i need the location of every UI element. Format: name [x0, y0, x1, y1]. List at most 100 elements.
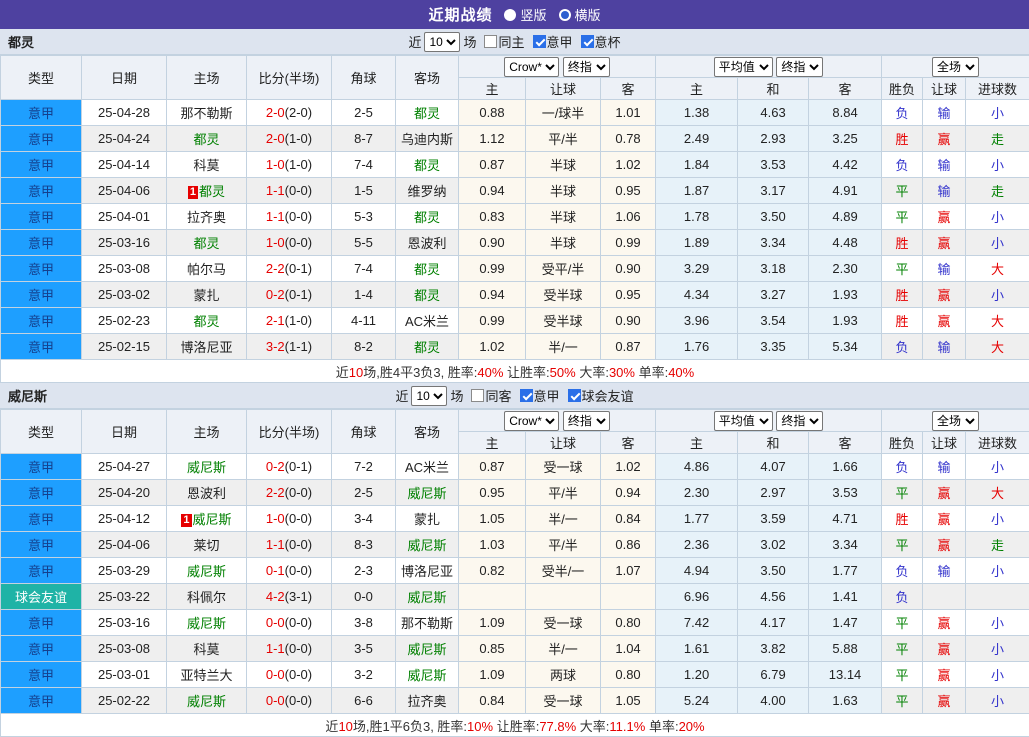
- cell-result-handicap: 赢: [923, 688, 966, 714]
- cell-result-goals: [966, 584, 1029, 610]
- cell-euro-home-odds: 1.61: [656, 636, 738, 662]
- cell-asia-home-odds: 1.09: [459, 610, 526, 636]
- cell-away: 乌迪内斯: [396, 126, 459, 152]
- euro-time-select[interactable]: 终指: [776, 57, 823, 77]
- asia-time-select[interactable]: 终指: [563, 57, 610, 77]
- cell-away: 威尼斯: [396, 636, 459, 662]
- match-row: 意甲25-03-08帕尔马2-2(0-1)7-4都灵0.99受平/半0.903.…: [1, 256, 1029, 282]
- filter-checkbox-same-home[interactable]: 同主: [484, 32, 524, 51]
- cell-home: 1都灵: [167, 178, 247, 204]
- radio-icon[interactable]: [504, 9, 516, 21]
- cell-asia-away-odds: 1.05: [601, 688, 656, 714]
- cell-score: 1-1(0-0): [247, 178, 332, 204]
- cell-euro-draw-odds: 2.93: [738, 126, 809, 152]
- cell-asia-handicap: 平/半: [526, 126, 601, 152]
- cell-euro-away-odds: 4.91: [809, 178, 882, 204]
- cell-asia-away-odds: 0.80: [601, 610, 656, 636]
- checkbox-icon[interactable]: [471, 389, 484, 402]
- cell-away: 蒙扎: [396, 506, 459, 532]
- checkbox-label: 意甲: [547, 32, 573, 51]
- cell-result-outcome: 负: [882, 584, 923, 610]
- match-row: 意甲25-03-08科莫1-1(0-0)3-5威尼斯0.85半/一1.041.6…: [1, 636, 1029, 662]
- home-team-name: 蒙扎: [193, 288, 219, 303]
- euro-provider-select[interactable]: 平均值: [714, 411, 773, 431]
- cell-euro-home-odds: 1.77: [656, 506, 738, 532]
- cell-home: 科佩尔: [167, 584, 247, 610]
- layout-radio-vertical[interactable]: 竖版: [504, 5, 546, 24]
- summary-segment: 11.1%: [609, 719, 645, 734]
- asia-provider-select[interactable]: Crow*: [504, 57, 559, 77]
- cell-away: 威尼斯: [396, 532, 459, 558]
- scope-select[interactable]: 全场: [932, 57, 979, 77]
- filter-checkbox-coppa-italia[interactable]: 意杯: [581, 32, 621, 51]
- away-team-name: 蒙扎: [414, 512, 440, 527]
- cell-corner: 3-4: [332, 506, 396, 532]
- cell-euro-draw-odds: 2.97: [738, 480, 809, 506]
- checkbox-icon[interactable]: [533, 35, 546, 48]
- fulltime-score: 0-1: [266, 563, 285, 578]
- recent-count-select[interactable]: 10: [411, 386, 447, 406]
- filter-checkbox-club-friendly[interactable]: 球会友谊: [568, 386, 634, 405]
- cell-result-goals: 小: [966, 688, 1029, 714]
- sub-header-asia-away: 客: [601, 432, 656, 454]
- match-row: 球会友谊25-03-22科佩尔4-2(3-1)0-0威尼斯6.964.561.4…: [1, 584, 1029, 610]
- cell-result-handicap: 赢: [923, 204, 966, 230]
- col-header-score: 比分(半场): [247, 56, 332, 100]
- cell-asia-home-odds: 1.05: [459, 506, 526, 532]
- cell-result-outcome: 平: [882, 662, 923, 688]
- away-team-name: 威尼斯: [407, 668, 446, 683]
- cell-asia-away-odds: 1.04: [601, 636, 656, 662]
- checkbox-icon[interactable]: [520, 389, 533, 402]
- cell-euro-draw-odds: 3.50: [738, 558, 809, 584]
- checkbox-icon[interactable]: [568, 389, 581, 402]
- sub-header-handicap-result: 让球: [923, 432, 966, 454]
- recent-suffix-label: 场: [463, 32, 476, 51]
- asia-time-select[interactable]: 终指: [563, 411, 610, 431]
- cell-result-goals: 小: [966, 230, 1029, 256]
- col-header-type: 类型: [1, 56, 82, 100]
- filter-checkbox-serie-a[interactable]: 意甲: [533, 32, 573, 51]
- cell-date: 25-04-27: [82, 454, 167, 480]
- recent-count-select[interactable]: 10: [424, 32, 460, 52]
- recent-prefix-label: 近: [408, 32, 421, 51]
- cell-home: 帕尔马: [167, 256, 247, 282]
- cell-away: AC米兰: [396, 454, 459, 480]
- fulltime-score: 0-2: [266, 459, 285, 474]
- cell-score: 2-2(0-0): [247, 480, 332, 506]
- cell-asia-handicap: 平/半: [526, 532, 601, 558]
- cell-asia-handicap: 受半/一: [526, 558, 601, 584]
- cell-asia-home-odds: 0.87: [459, 454, 526, 480]
- cell-euro-away-odds: 1.41: [809, 584, 882, 610]
- match-row: 意甲25-04-14科莫1-0(1-0)7-4都灵0.87半球1.021.843…: [1, 152, 1029, 178]
- euro-odds-header: 平均值 终指: [656, 56, 882, 78]
- cell-result-outcome: 负: [882, 454, 923, 480]
- cell-corner: 3-8: [332, 610, 396, 636]
- away-team-name: 恩波利: [407, 236, 446, 251]
- cell-asia-home-odds: 0.99: [459, 256, 526, 282]
- filter-checkbox-same-away[interactable]: 同客: [471, 386, 511, 405]
- sub-header-asia-handicap: 让球: [526, 432, 601, 454]
- cell-corner: 2-5: [332, 480, 396, 506]
- col-header-date: 日期: [82, 410, 167, 454]
- scope-select[interactable]: 全场: [932, 411, 979, 431]
- cell-corner: 6-6: [332, 688, 396, 714]
- checkbox-icon[interactable]: [484, 35, 497, 48]
- cell-date: 25-02-15: [82, 334, 167, 360]
- cell-result-handicap: [923, 584, 966, 610]
- fulltime-score: 2-1: [266, 313, 285, 328]
- asia-provider-select[interactable]: Crow*: [504, 411, 559, 431]
- layout-radio-horizontal[interactable]: 横版: [559, 5, 601, 24]
- euro-provider-select[interactable]: 平均值: [714, 57, 773, 77]
- cell-result-goals: 小: [966, 636, 1029, 662]
- filter-checkbox-serie-a[interactable]: 意甲: [520, 386, 560, 405]
- home-team-name: 博洛尼亚: [180, 340, 232, 355]
- radio-icon[interactable]: [559, 9, 571, 21]
- cell-score: 0-1(0-0): [247, 558, 332, 584]
- cell-home: 威尼斯: [167, 454, 247, 480]
- recent-results-panel: 近期战绩 竖版 横版 都灵 近 10 场 同主 意甲: [0, 0, 1029, 737]
- cell-asia-home-odds: 1.03: [459, 532, 526, 558]
- checkbox-icon[interactable]: [581, 35, 594, 48]
- cell-home: 科莫: [167, 636, 247, 662]
- summary-segment: 20%: [679, 719, 705, 734]
- euro-time-select[interactable]: 终指: [776, 411, 823, 431]
